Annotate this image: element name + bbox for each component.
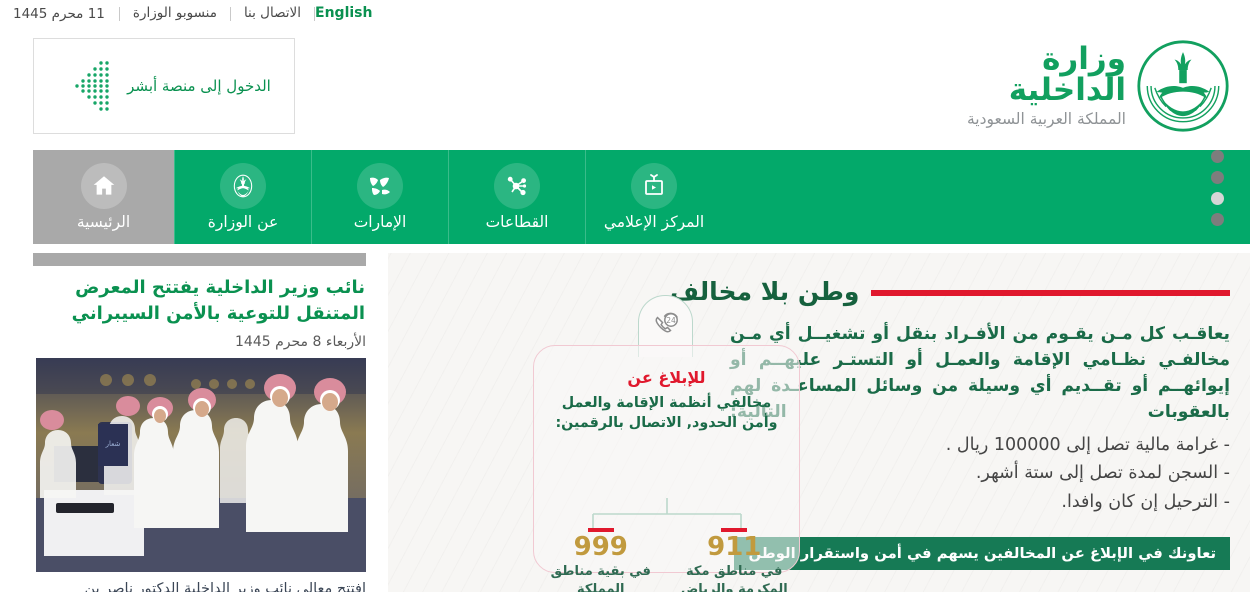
carousel-dot-1[interactable]: [1211, 150, 1224, 163]
report-card: للإبلاغ عن مخالفي أنظمة الإقامة والعمل و…: [533, 345, 800, 592]
cooperation-banner: تعاونك في الإبلاغ عن المخالفين يسهم في أ…: [734, 537, 1230, 570]
ministry-logo[interactable]: وزارة الداخلية المملكة العربية السعودية: [930, 36, 1230, 136]
news-excerpt: افتتح معالي نائب وزير الداخلية الدكتور ن…: [84, 581, 366, 592]
number-block-999: 999 في بقية مناطق المملكة: [542, 528, 660, 592]
nav-label-emirates: الإمارات: [353, 213, 407, 231]
carousel-pagination: [1211, 150, 1224, 226]
infographic-title-row: وطن بلا مخالف: [670, 277, 1230, 306]
nav-label-media-center: المركز الإعلامي: [603, 213, 705, 231]
infographic-body-text: يعاقـب كل مـن يقـوم من الأفـراد بنقل أو …: [730, 324, 1230, 423]
carousel-dot-2[interactable]: [1211, 171, 1224, 184]
logo-line-ministry: وزارة الداخلية: [1008, 41, 1127, 109]
number-value-911: 911: [707, 532, 762, 562]
saudi-emblem-icon: [1136, 39, 1230, 133]
top-utility-links: 11 محرم 1445 منسوبو الوزارة الاتصال بنا …: [0, 0, 385, 27]
main-navigation: الرئيسية عن الوزارة الإمارات القطاعات ال…: [33, 150, 1250, 244]
carousel-dot-3[interactable]: [1211, 192, 1224, 205]
absher-label: الدخول إلى منصة أبشر: [127, 77, 271, 95]
page-root: 11 محرم 1445 منسوبو الوزارة الاتصال بنا …: [0, 0, 1250, 592]
latest-news-panel: نائب وزير الداخلية يفتتح المعرض المتنقل …: [33, 253, 366, 592]
dotted-chevron-icon: [57, 55, 119, 117]
penalty-item: - السجن لمدة تصل إلى ستة أشهر.: [975, 463, 1230, 484]
number-caption-999: في بقية مناطق المملكة: [550, 564, 651, 592]
report-subheading: مخالفي أنظمة الإقامة والعمل وأمن الحدود,…: [555, 395, 778, 432]
logo-line-country: المملكة العربية السعودية: [966, 110, 1126, 129]
phone-24h-icon: 24: [649, 308, 683, 346]
nav-item-about-ministry[interactable]: عن الوزارة: [174, 150, 311, 244]
news-headline[interactable]: نائب وزير الداخلية يفتتح المعرض المتنقل …: [33, 275, 366, 327]
penalties-list: - غرامة مالية تصل إلى 100000 ريال . - ال…: [730, 431, 1230, 516]
nav-item-sectors[interactable]: القطاعات: [448, 150, 585, 244]
hijri-date: 11 محرم 1445: [13, 5, 105, 22]
penalty-item: - الترحيل إن كان وافدا.: [1061, 491, 1230, 512]
nav-label-about-ministry: عن الوزارة: [207, 213, 279, 231]
penalty-item: - غرامة مالية تصل إلى 100000 ريال .: [945, 435, 1230, 455]
top-utility-bar: 11 محرم 1445 منسوبو الوزارة الاتصال بنا …: [0, 0, 1250, 27]
infographic-title: وطن بلا مخالف: [670, 277, 860, 306]
nav-label-sectors: القطاعات: [485, 213, 549, 231]
media-tv-icon: [631, 163, 677, 209]
topbar-link-staff[interactable]: منسوبو الوزارة: [120, 0, 230, 27]
emergency-numbers: 911 في مناطق مكة المكرمة والرياض والشرقي…: [534, 528, 801, 592]
nav-item-emirates[interactable]: الإمارات: [311, 150, 448, 244]
number-block-911: 911 في مناطق مكة المكرمة والرياض والشرقي…: [675, 528, 793, 592]
news-panel-header-bar: [33, 253, 366, 266]
nav-item-media-center[interactable]: المركز الإعلامي: [585, 150, 722, 244]
carousel-dot-4[interactable]: [1211, 213, 1224, 226]
news-thumbnail[interactable]: شعار: [36, 358, 366, 573]
title-underline-rule: [871, 289, 1230, 296]
logo-text: وزارة الداخلية المملكة العربية السعودية: [930, 41, 1127, 129]
hero-content: وطن بلا مخالف يعاقـب كل مـن يقـوم من الأ…: [388, 253, 1250, 592]
svg-text:24: 24: [666, 316, 676, 325]
network-nodes-icon: [494, 163, 540, 209]
nav-label-home: الرئيسية: [76, 213, 131, 231]
topbar-link-contact[interactable]: الاتصال بنا: [231, 0, 314, 27]
report-heading: للإبلاغ عن: [627, 368, 706, 387]
svg-text:شعار: شعار: [105, 440, 121, 448]
home-icon: [80, 163, 127, 209]
nav-item-home[interactable]: الرئيسية: [33, 150, 174, 244]
news-date: الأربعاء 8 محرم 1445: [235, 334, 366, 351]
number-caption-911: في مناطق مكة المكرمة والرياض والشرقية: [680, 564, 788, 592]
absher-login-button[interactable]: الدخول إلى منصة أبشر: [33, 38, 295, 134]
ministry-emblem-icon: [220, 163, 266, 209]
number-value-999: 999: [573, 532, 628, 562]
map-regions-icon: [357, 163, 403, 209]
hero-infographic-slide: وطن بلا مخالف يعاقـب كل مـن يقـوم من الأ…: [388, 253, 1250, 592]
divider: [118, 6, 120, 21]
topbar-link-english[interactable]: English: [315, 0, 385, 27]
divider: [314, 6, 316, 21]
divider: [229, 6, 231, 21]
